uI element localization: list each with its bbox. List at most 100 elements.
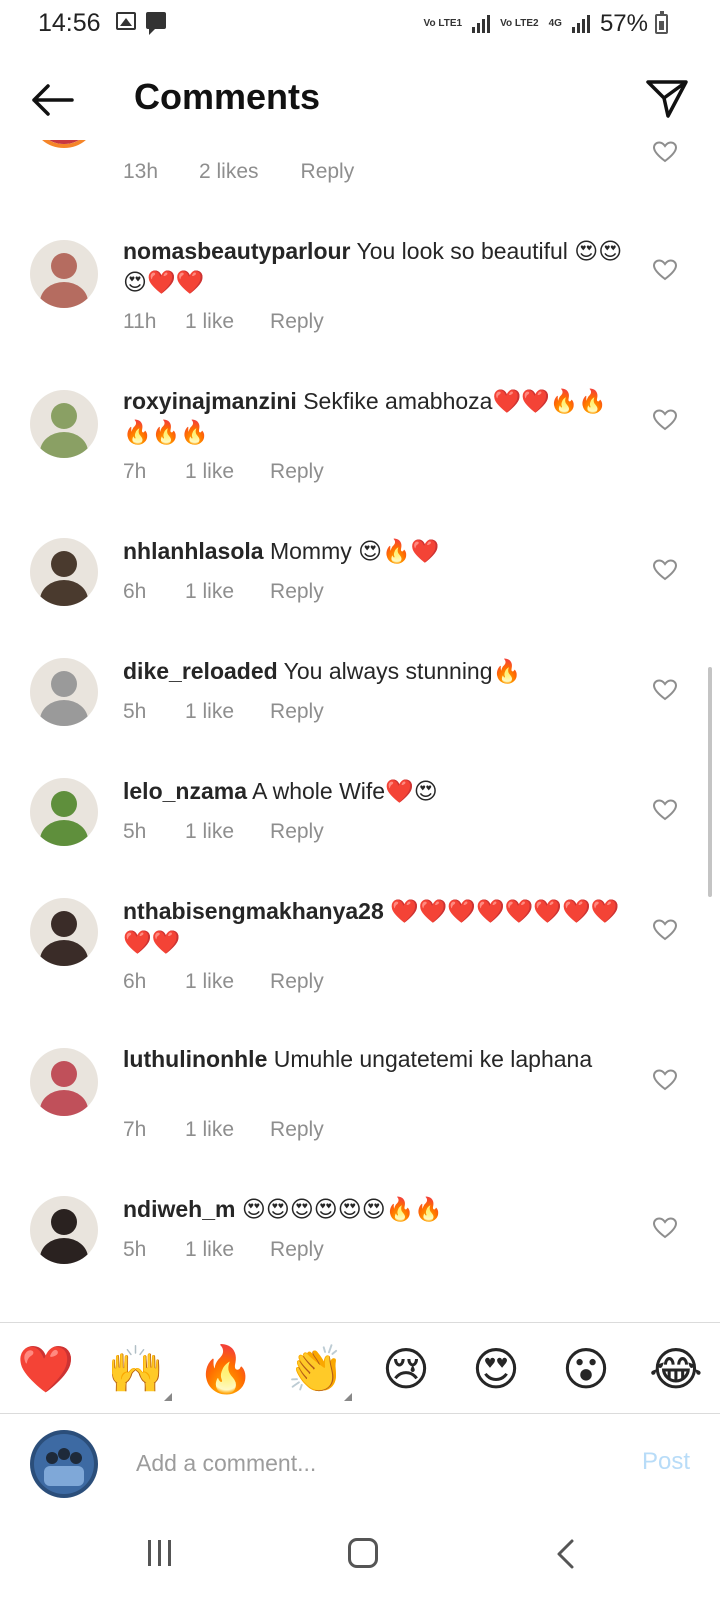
page-title: Comments xyxy=(134,76,321,117)
comment-text: luthulinonhle Umuhle ungatetemi ke lapha… xyxy=(123,1044,628,1075)
comment-time: 6h xyxy=(123,970,147,993)
comment-likes[interactable]: 2 likes xyxy=(199,160,259,184)
reply-button[interactable]: Reply xyxy=(270,460,324,484)
recent-apps-icon[interactable] xyxy=(148,1540,171,1566)
comment-message: 😍😍😍😍😍😍🔥🔥 xyxy=(235,1196,443,1222)
status-bar: 14:56 Vo LTE1 Vo LTE2 4G 57% xyxy=(0,0,720,46)
comment-meta: 11h 1 like Reply xyxy=(123,310,324,334)
comment-time: 7h xyxy=(123,1118,147,1141)
raised-hands-emoji[interactable]: 🙌 xyxy=(106,1339,172,1401)
comment-meta: 5h 1 like Reply xyxy=(123,700,324,724)
comment-username[interactable]: lelo_nzama xyxy=(123,778,247,804)
surprised-emoji[interactable]: 😮 xyxy=(556,1339,616,1399)
comment-input[interactable] xyxy=(136,1442,596,1484)
like-heart-icon[interactable] xyxy=(652,678,678,702)
avatar[interactable] xyxy=(30,140,98,148)
comment-time: 13h xyxy=(123,160,159,183)
heart-emoji[interactable]: ❤️ xyxy=(16,1339,76,1399)
avatar[interactable] xyxy=(30,1048,98,1116)
like-heart-icon[interactable] xyxy=(652,258,678,282)
comment-time: 5h xyxy=(123,700,147,723)
emoji-quick-bar: ❤️ 🙌 🔥 👏 😢 😍 😮 😂 xyxy=(0,1322,720,1414)
home-icon[interactable] xyxy=(348,1538,378,1568)
comment-username[interactable]: luthulinonhle xyxy=(123,1046,267,1072)
comment-likes[interactable]: 1 like xyxy=(185,310,234,334)
reply-button[interactable]: Reply xyxy=(270,970,324,994)
crying-emoji[interactable]: 😢 xyxy=(376,1339,436,1399)
skin-tone-indicator xyxy=(164,1393,172,1401)
comment-meta: 5h 1 like Reply xyxy=(123,1238,324,1262)
comment-message: A whole Wife❤️😍 xyxy=(247,778,438,804)
reply-button[interactable]: Reply xyxy=(270,310,324,334)
like-heart-icon[interactable] xyxy=(652,140,678,164)
comment-likes[interactable]: 1 like xyxy=(185,970,234,994)
comment-meta: 6h 1 like Reply xyxy=(123,970,324,994)
comment-composer: Post xyxy=(0,1414,720,1514)
like-heart-icon[interactable] xyxy=(652,558,678,582)
joy-emoji[interactable]: 😂 xyxy=(646,1339,706,1399)
comment-meta: 7h 1 like Reply xyxy=(123,1118,324,1142)
avatar[interactable] xyxy=(30,240,98,308)
battery-icon xyxy=(655,11,668,34)
comment-time: 5h xyxy=(123,820,147,843)
comment-username[interactable]: nthabisengmakhanya28 xyxy=(123,898,384,924)
status-time: 14:56 xyxy=(38,9,101,37)
comment-username[interactable]: nomasbeautyparlour xyxy=(123,238,351,264)
image-notification-icon xyxy=(116,12,136,30)
notification-icons xyxy=(116,12,166,35)
heart-eyes-emoji[interactable]: 😍 xyxy=(466,1339,526,1399)
reply-button[interactable]: Reply xyxy=(270,580,324,604)
like-heart-icon[interactable] xyxy=(652,1216,678,1240)
avatar[interactable] xyxy=(30,1196,98,1264)
scrollbar[interactable] xyxy=(708,667,712,897)
skin-tone-indicator xyxy=(344,1393,352,1401)
comment-likes[interactable]: 1 like xyxy=(185,1118,234,1142)
signal-icon-2 xyxy=(571,15,590,33)
comment-list[interactable]: 13h 2 likes Reply nomasbeautyparlour You lo… xyxy=(0,140,720,1322)
comment-username[interactable]: dike_reloaded xyxy=(123,658,278,684)
avatar[interactable] xyxy=(30,390,98,458)
like-heart-icon[interactable] xyxy=(652,918,678,942)
avatar[interactable] xyxy=(30,658,98,726)
reply-button[interactable]: Reply xyxy=(270,1238,324,1262)
current-user-avatar xyxy=(30,1430,98,1498)
comment-text: nthabisengmakhanya28 ❤️❤️❤️❤️❤️❤️❤️❤️❤️❤… xyxy=(123,896,628,958)
reply-button[interactable]: Reply xyxy=(270,1118,324,1142)
clap-emoji[interactable]: 👏 xyxy=(286,1339,352,1401)
comment-message: Umuhle ungatetemi ke laphana xyxy=(267,1046,593,1072)
like-heart-icon[interactable] xyxy=(652,408,678,432)
reply-button[interactable]: Reply xyxy=(270,820,324,844)
comment-username[interactable]: roxyinajmanzini xyxy=(123,388,297,414)
avatar[interactable] xyxy=(30,778,98,846)
comment-message: Mommy 😍🔥❤️ xyxy=(263,538,440,564)
back-arrow-icon[interactable] xyxy=(28,80,76,120)
like-heart-icon[interactable] xyxy=(652,798,678,822)
comment-text: lelo_nzama A whole Wife❤️😍 xyxy=(123,776,628,807)
avatar[interactable] xyxy=(30,898,98,966)
comment-meta: 6h 1 like Reply xyxy=(123,580,324,604)
avatar[interactable] xyxy=(30,538,98,606)
comment-meta: 5h 1 like Reply xyxy=(123,820,324,844)
network-type: 4G xyxy=(548,18,562,29)
system-nav-bar xyxy=(0,1514,720,1600)
reply-button[interactable]: Reply xyxy=(270,700,324,724)
nav-back-icon[interactable] xyxy=(554,1538,578,1570)
post-button[interactable]: Post xyxy=(642,1448,690,1476)
comment-likes[interactable]: 1 like xyxy=(185,1238,234,1262)
comment-text: ndiweh_m 😍😍😍😍😍😍🔥🔥 xyxy=(123,1194,628,1225)
share-send-icon[interactable] xyxy=(644,76,690,120)
battery-percent: 57% xyxy=(599,10,648,37)
like-heart-icon[interactable] xyxy=(652,1068,678,1092)
reply-button[interactable]: Reply xyxy=(301,160,355,184)
comment-time: 5h xyxy=(123,1238,147,1261)
fire-emoji[interactable]: 🔥 xyxy=(196,1339,256,1399)
comment-likes[interactable]: 1 like xyxy=(185,460,234,484)
comment-likes[interactable]: 1 like xyxy=(185,700,234,724)
comment-username[interactable]: nhlanhlasola xyxy=(123,538,264,564)
comment-likes[interactable]: 1 like xyxy=(185,820,234,844)
comment-text: nomasbeautyparlour You look so beautiful… xyxy=(123,236,628,298)
comment-time: 6h xyxy=(123,580,147,603)
comment-text: roxyinajmanzini Sekfike amabhoza❤️❤️🔥🔥🔥🔥… xyxy=(123,386,628,448)
comment-username[interactable]: ndiweh_m xyxy=(123,1196,235,1222)
comment-likes[interactable]: 1 like xyxy=(185,580,234,604)
